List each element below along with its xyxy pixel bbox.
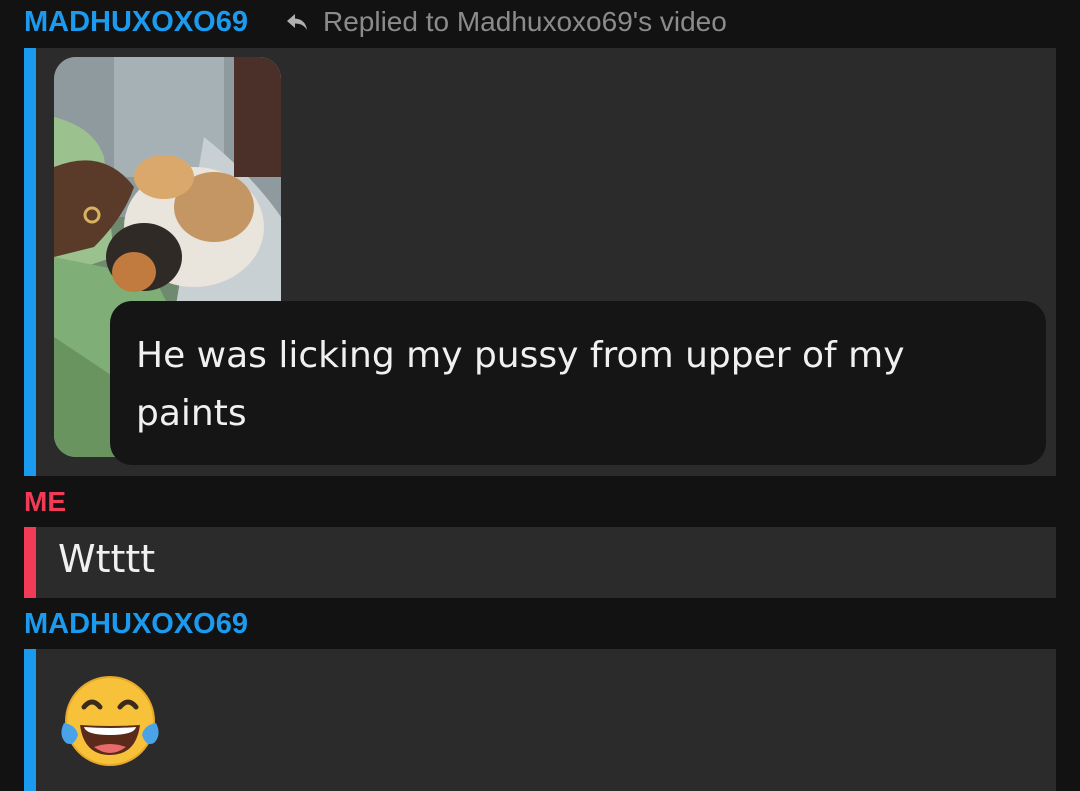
reply-label: Replied to Madhuxoxo69's video bbox=[323, 6, 727, 37]
sender-name[interactable]: MADHUXOXO69 bbox=[24, 608, 248, 641]
message-caption: He was licking my pussy from upper of my… bbox=[110, 301, 1046, 465]
sender-name[interactable]: ME bbox=[24, 486, 66, 518]
reply-arrow-icon bbox=[287, 14, 307, 30]
face-with-tears-of-joy-icon bbox=[58, 673, 162, 773]
message-text: Wtttt bbox=[58, 537, 156, 581]
sender-color-bar bbox=[24, 48, 36, 476]
message-block: Wtttt bbox=[24, 527, 1056, 598]
sender-name[interactable]: MADHUXOXO69 bbox=[24, 6, 248, 39]
reply-indicator[interactable]: Replied to Madhuxoxo69's video bbox=[285, 6, 727, 38]
sender-color-bar bbox=[24, 649, 36, 791]
sender-color-bar bbox=[24, 527, 36, 598]
message-block: He was licking my pussy from upper of my… bbox=[24, 48, 1056, 476]
message-block bbox=[24, 649, 1056, 791]
